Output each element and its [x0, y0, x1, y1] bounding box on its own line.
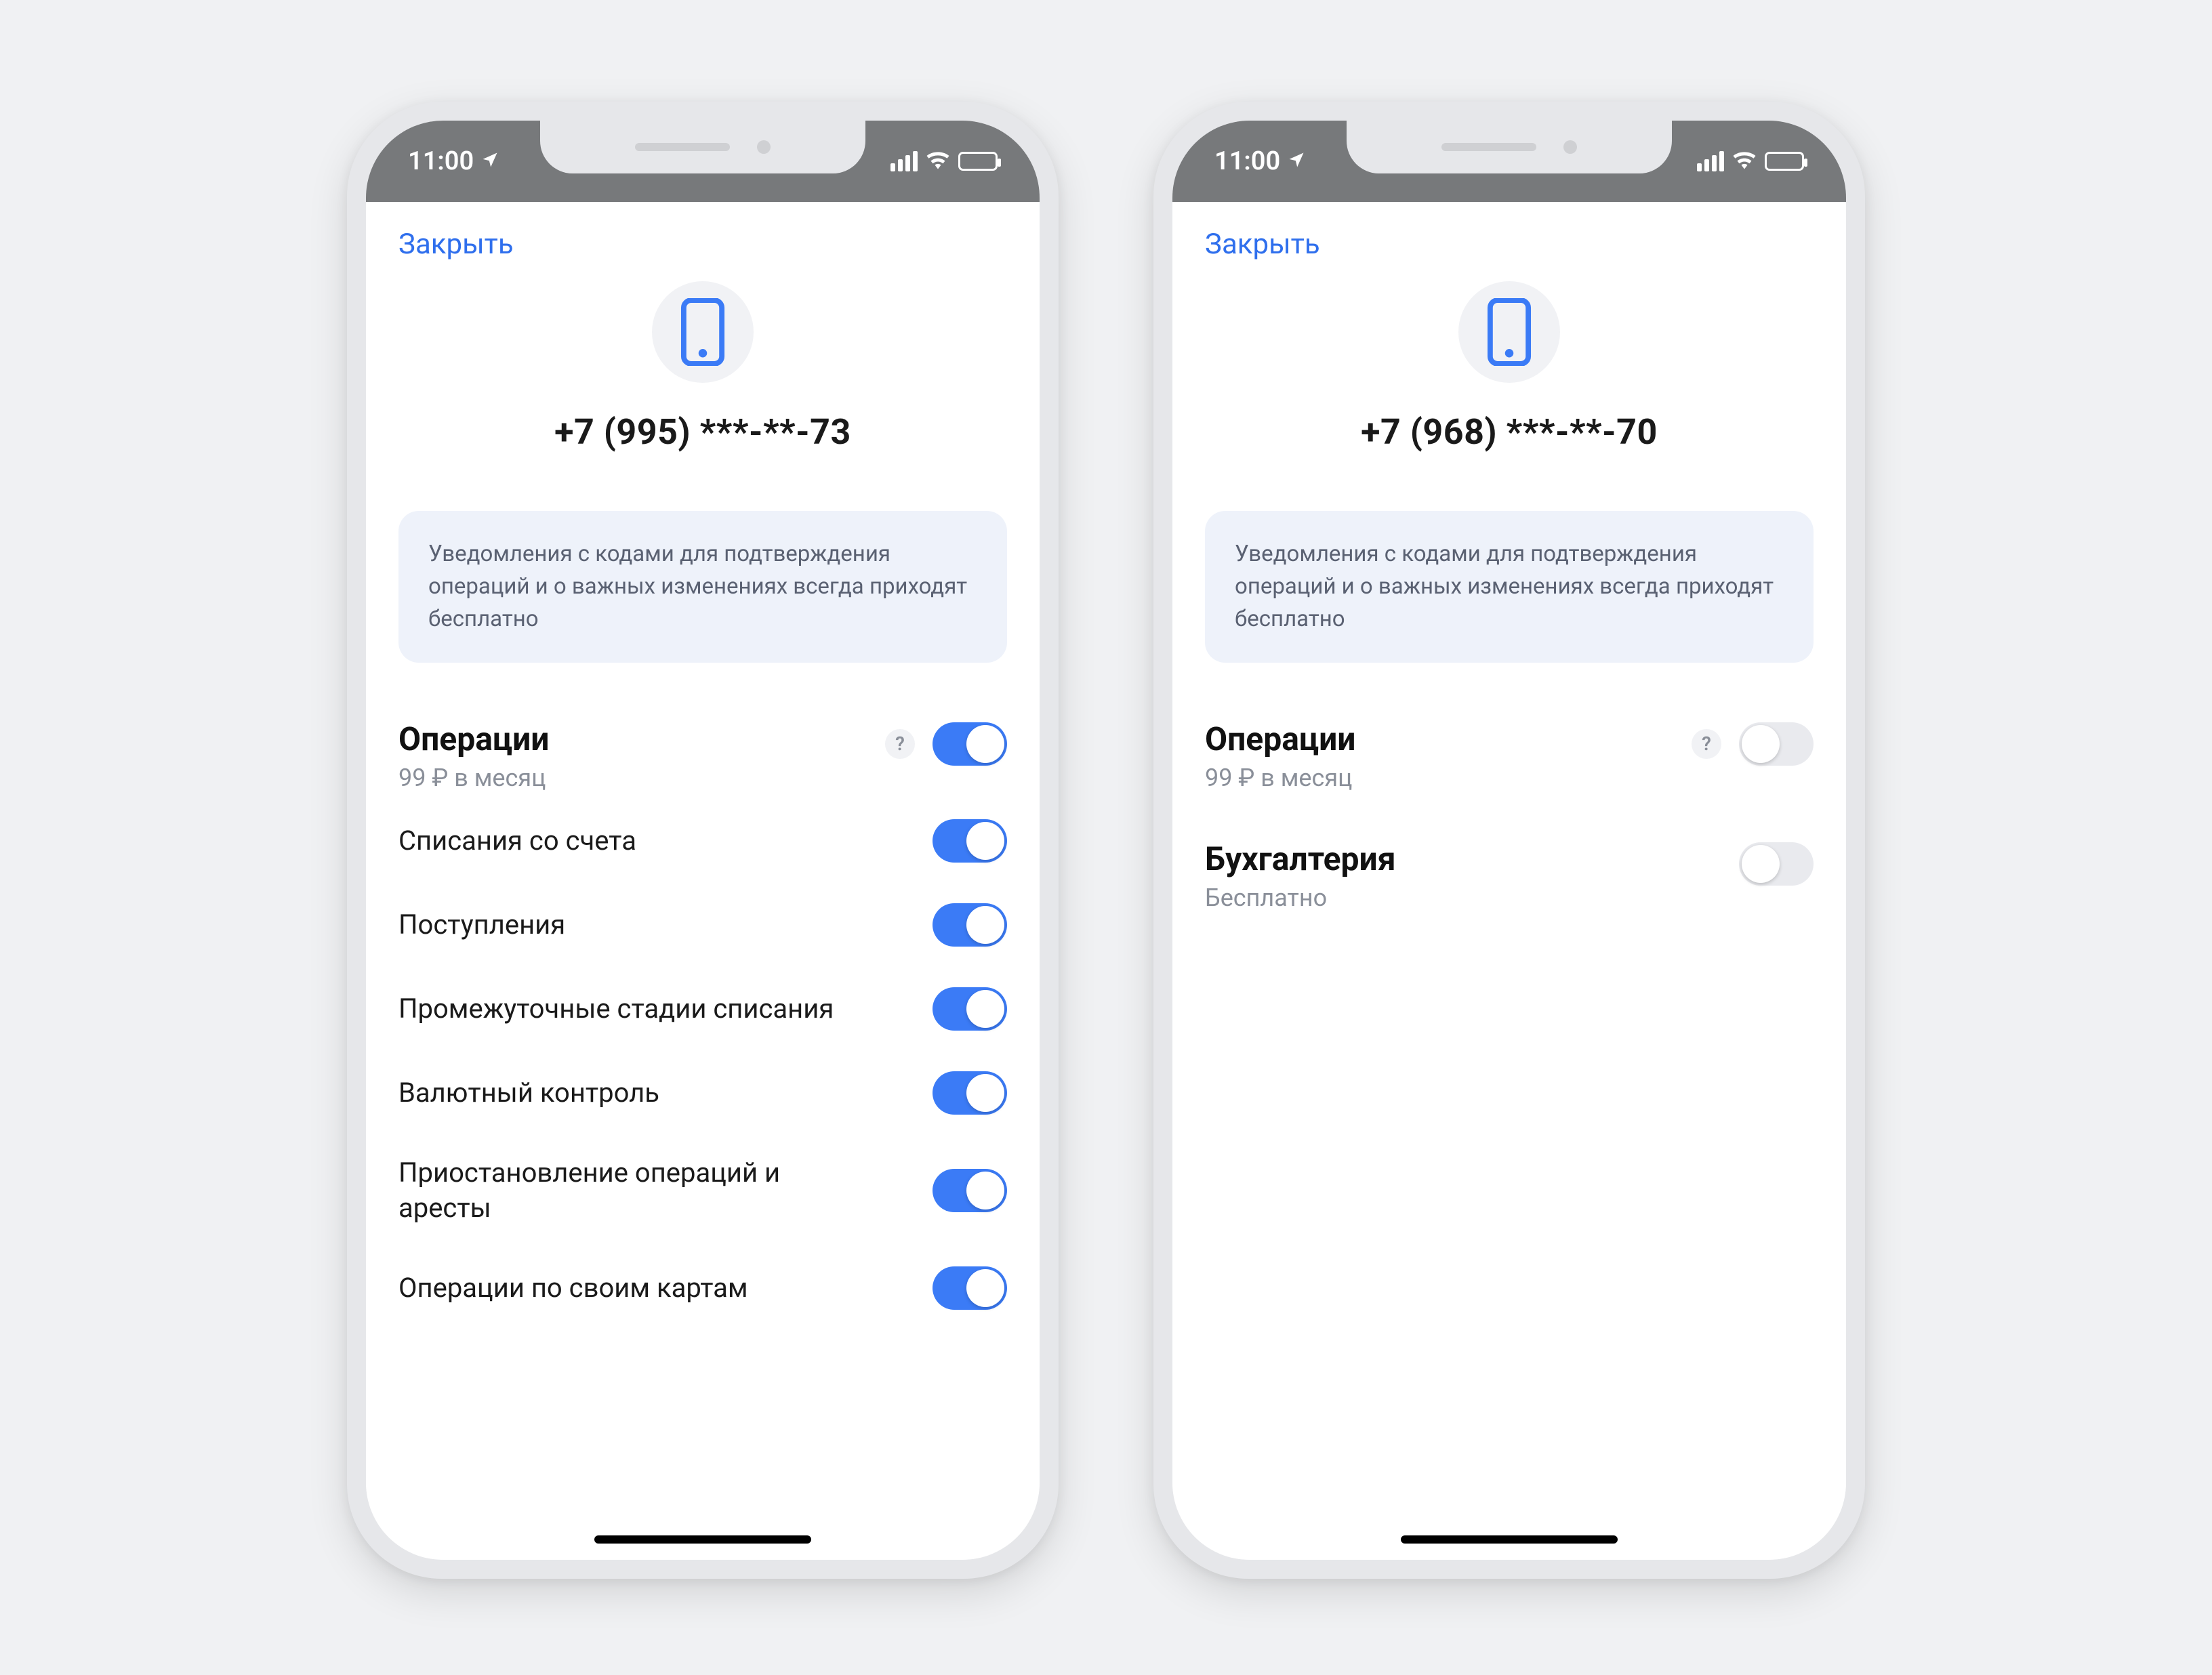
wifi-icon: [1732, 146, 1757, 176]
phone-mockup-left: 11:00 Закрыть: [347, 102, 1059, 1579]
section-title: Операции: [1205, 720, 1355, 758]
list-item: Списания со счета: [366, 799, 1040, 883]
close-button[interactable]: Закрыть: [1172, 202, 1353, 274]
toggle-accounting[interactable]: [1739, 842, 1814, 886]
cellular-icon: [1697, 151, 1724, 171]
home-indicator[interactable]: [1401, 1535, 1618, 1544]
status-bar: 11:00: [366, 121, 1040, 202]
phone-icon: [1484, 298, 1534, 366]
phone-mockup-right: 11:00 Закрыть: [1153, 102, 1865, 1579]
list-item: Поступления: [366, 883, 1040, 967]
list-item: Валютный контроль: [366, 1051, 1040, 1135]
battery-icon: [1765, 152, 1804, 171]
help-icon[interactable]: ?: [885, 729, 915, 759]
toggle-item[interactable]: [933, 1266, 1007, 1310]
list-item: Промежуточные стадии списания: [366, 967, 1040, 1051]
toggle-item[interactable]: [933, 987, 1007, 1031]
toggle-item[interactable]: [933, 1071, 1007, 1115]
section-title: Бухгалтерия: [1205, 840, 1396, 878]
phone-screen: 11:00 Закрыть: [366, 121, 1040, 1560]
toggle-operations[interactable]: [1739, 722, 1814, 766]
screen-content: Закрыть +7 (968) ***-**-70 Уведомления с…: [1172, 202, 1846, 1560]
home-indicator[interactable]: [594, 1535, 811, 1544]
section-subtitle: Бесплатно: [1205, 884, 1396, 912]
item-label: Операции по своим картам: [398, 1270, 748, 1306]
location-icon: [1287, 146, 1306, 176]
cellular-icon: [890, 151, 918, 171]
phone-number: +7 (995) ***-**-73: [554, 411, 851, 453]
phone-icon: [678, 298, 728, 366]
location-icon: [480, 146, 499, 176]
item-label: Валютный контроль: [398, 1075, 659, 1111]
section-operations: Операции 99 ₽ в месяц ?: [366, 690, 1040, 799]
info-card: Уведомления с кодами для подтверждения о…: [398, 511, 1007, 663]
info-card: Уведомления с кодами для подтверждения о…: [1205, 511, 1814, 663]
battery-icon: [958, 152, 998, 171]
phone-header: +7 (995) ***-**-73: [366, 274, 1040, 473]
phone-screen: 11:00 Закрыть: [1172, 121, 1846, 1560]
item-label: Списания со счета: [398, 823, 636, 859]
toggle-item[interactable]: [933, 903, 1007, 947]
toggle-item[interactable]: [933, 1169, 1007, 1212]
section-subtitle: 99 ₽ в месяц: [1205, 764, 1355, 792]
toggle-item[interactable]: [933, 819, 1007, 863]
list-item: Приостановление операций и аресты: [366, 1135, 1040, 1246]
wifi-icon: [926, 146, 950, 176]
section-subtitle: 99 ₽ в месяц: [398, 764, 549, 792]
status-time: 11:00: [1214, 146, 1280, 176]
section-operations: Операции 99 ₽ в месяц ?: [1172, 690, 1846, 799]
phone-icon-circle: [652, 281, 754, 383]
section-title: Операции: [398, 720, 549, 758]
toggle-operations[interactable]: [933, 722, 1007, 766]
notch: [540, 121, 865, 173]
phone-header: +7 (968) ***-**-70: [1172, 274, 1846, 473]
item-label: Приостановление операций и аресты: [398, 1155, 839, 1226]
item-label: Поступления: [398, 907, 565, 943]
status-bar: 11:00: [1172, 121, 1846, 202]
list-item: Операции по своим картам: [366, 1246, 1040, 1330]
status-time: 11:00: [408, 146, 474, 176]
item-label: Промежуточные стадии списания: [398, 991, 834, 1027]
close-button[interactable]: Закрыть: [366, 202, 546, 274]
phone-number: +7 (968) ***-**-70: [1361, 411, 1658, 453]
phone-icon-circle: [1458, 281, 1560, 383]
help-icon[interactable]: ?: [1692, 729, 1721, 759]
notch: [1347, 121, 1672, 173]
section-accounting: Бухгалтерия Бесплатно: [1172, 799, 1846, 919]
screen-content: Закрыть +7 (995) ***-**-73 Уведомления с…: [366, 202, 1040, 1560]
